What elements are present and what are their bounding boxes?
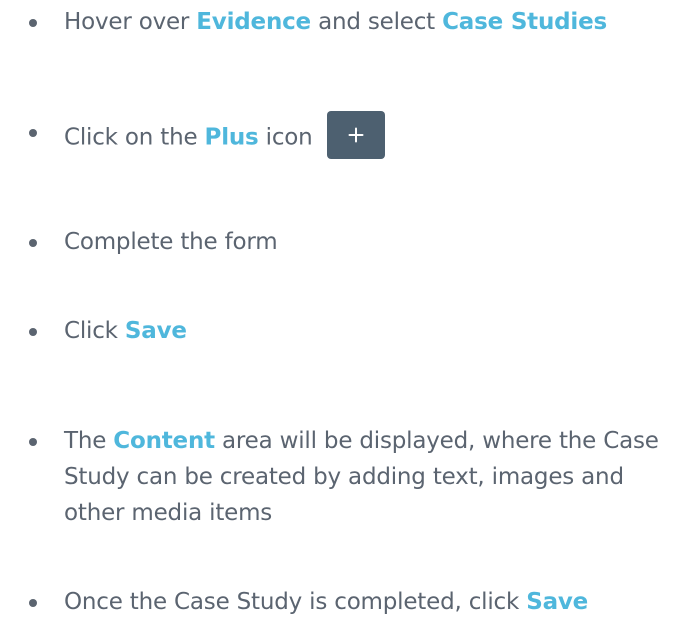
bullet-dot: [29, 328, 37, 336]
step-text: Hover over Evidence and select Case Stud…: [64, 4, 686, 40]
step-text-part: icon: [258, 124, 313, 151]
content-term: Content: [113, 428, 215, 454]
step-text: The Content area will be displayed, wher…: [64, 423, 686, 531]
step-text-part: Click on the: [64, 124, 205, 151]
evidence-term: Evidence: [196, 9, 311, 35]
step-text: Once the Case Study is completed, click …: [64, 584, 686, 620]
step-text-part: Complete the form: [64, 229, 278, 255]
plus-button[interactable]: [326, 111, 385, 159]
bullet-dot: [29, 438, 37, 446]
plus-icon: [348, 127, 364, 143]
case-studies-term: Case Studies: [442, 9, 607, 35]
save-term: Save: [526, 589, 589, 615]
bullet-dot: [29, 129, 37, 137]
step-text: Complete the form: [64, 224, 686, 260]
step-text: Click Save: [64, 313, 686, 349]
bullet-dot: [29, 19, 37, 27]
step-text-part: Once the Case Study is completed, click: [64, 589, 527, 615]
step-text-part: and select: [310, 9, 443, 35]
step-text-part: The: [64, 428, 114, 454]
save-term: Save: [124, 318, 187, 344]
bullet-dot: [29, 599, 37, 607]
step-text-part: Hover over: [64, 9, 197, 35]
step-text-part: Click: [64, 318, 125, 344]
bullet-dot: [29, 239, 37, 247]
step-text: Click on the Plus icon: [64, 111, 686, 162]
plus-term: Plus: [204, 124, 259, 151]
